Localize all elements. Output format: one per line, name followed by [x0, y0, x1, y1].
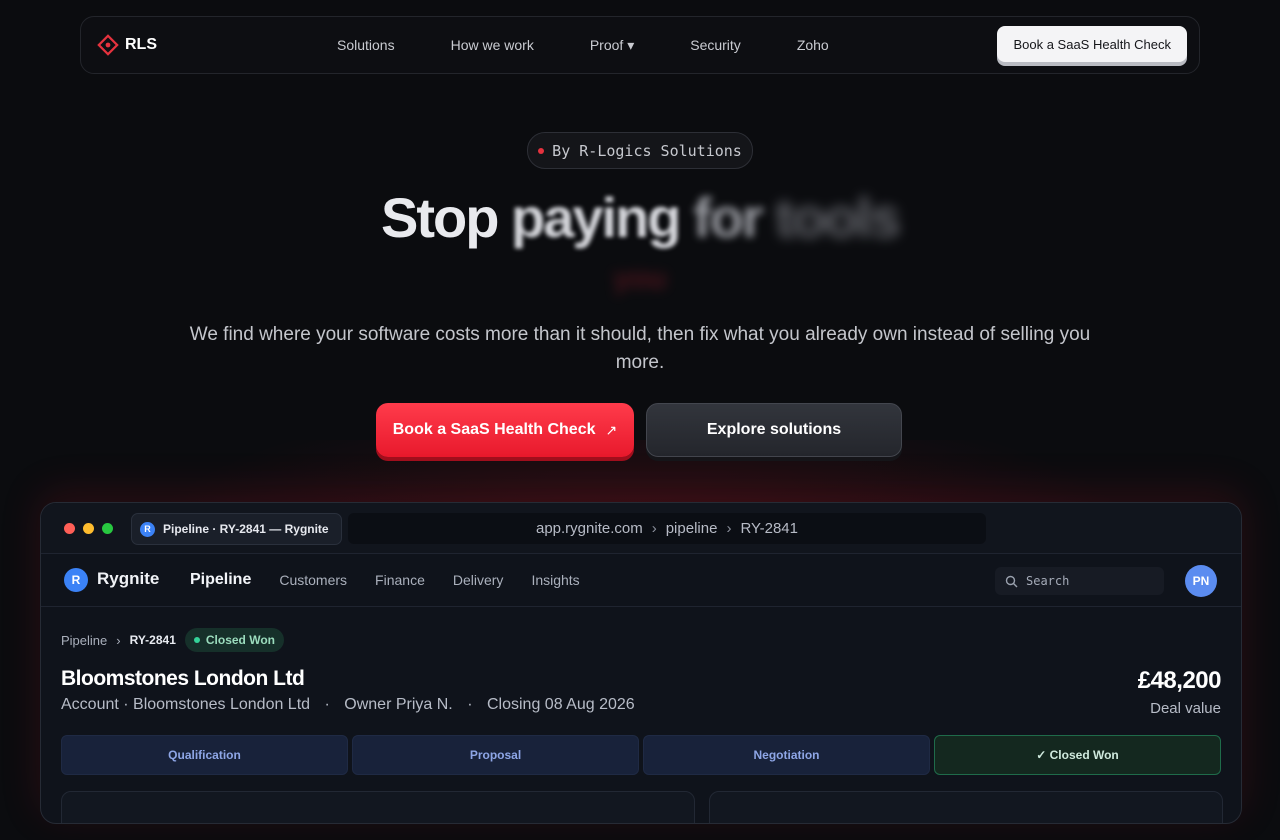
meta-separator: ·: [467, 696, 473, 713]
pipeline-stages: Qualification Proposal Negotiation ✓ Clo…: [61, 735, 1221, 775]
user-avatar[interactable]: PN: [1185, 565, 1217, 597]
url-domain: app.rygnite.com: [535, 520, 643, 537]
status-badge: Closed Won: [184, 628, 284, 652]
app-nav-delivery[interactable]: Delivery: [453, 572, 504, 588]
app-preview-window: R Pipeline · RY-2841 — Rygnite app.rygni…: [40, 502, 1242, 824]
hero-book-health-check-button[interactable]: Book a SaaS Health Check ↗: [376, 403, 634, 457]
url-separator: ›: [651, 520, 657, 537]
rygnite-favicon-icon: R: [140, 521, 155, 537]
detail-card-left: [61, 791, 695, 823]
diamond-logo-icon: [97, 34, 119, 56]
headline-word: paying: [510, 186, 681, 249]
deal-value: £48,200: [1137, 667, 1222, 694]
stage-proposal[interactable]: Proposal: [352, 735, 639, 775]
top-navbar: RLS Solutions How we work Proof ▾ Securi…: [80, 16, 1200, 74]
breadcrumb-current: RY-2841: [129, 633, 176, 647]
app-nav-pipeline[interactable]: Pipeline: [190, 571, 251, 589]
browser-chrome: R Pipeline · RY-2841 — Rygnite app.rygni…: [41, 503, 1241, 554]
search-icon: [1005, 575, 1018, 587]
app-header: R Rygnite Pipeline Customers Finance Del…: [41, 554, 1241, 607]
headline-word: Stop: [381, 186, 499, 249]
app-nav-customers[interactable]: Customers: [279, 572, 347, 588]
close-window-dot-icon[interactable]: [64, 523, 75, 534]
nav-link-proof-dropdown[interactable]: Proof ▾: [590, 37, 634, 54]
nav-link-security[interactable]: Security: [690, 37, 741, 53]
meta-separator: ·: [324, 696, 330, 713]
explore-solutions-button[interactable]: Explore solutions: [646, 403, 902, 457]
headline-word: tools: [775, 186, 901, 249]
hero-headline-line-2: you: [613, 262, 667, 295]
stage-negotiation[interactable]: Negotiation: [643, 735, 930, 775]
breadcrumb: Pipeline › RY-2841 Closed Won: [61, 627, 284, 653]
app-nav-insights[interactable]: Insights: [531, 572, 579, 588]
red-dot-icon: [538, 147, 545, 154]
green-dot-icon: [193, 637, 200, 643]
url-path-segment: RY-2841: [740, 520, 798, 537]
detail-card-right: [709, 791, 1223, 823]
browser-tab[interactable]: R Pipeline · RY-2841 — Rygnite: [131, 513, 342, 545]
breadcrumb-pipeline-link[interactable]: Pipeline: [61, 633, 107, 648]
brand[interactable]: RLS: [97, 17, 157, 73]
maximize-window-dot-icon[interactable]: [102, 523, 113, 534]
browser-tab-title: Pipeline · RY-2841 — Rygnite: [163, 522, 329, 536]
headline-word: for: [693, 186, 764, 249]
minimize-window-dot-icon[interactable]: [83, 523, 94, 534]
app-nav: Pipeline Customers Finance Delivery Insi…: [190, 554, 608, 606]
hero-headline: Stop paying for tools: [0, 184, 1280, 252]
nav-book-health-check-button[interactable]: Book a SaaS Health Check: [997, 26, 1187, 62]
nav-links: Solutions How we work Proof ▾ Security Z…: [337, 17, 829, 73]
deal-detail: Pipeline › RY-2841 Closed Won Bloomstone…: [41, 607, 1241, 823]
hero-eyebrow-text: By R-Logics Solutions: [552, 141, 742, 160]
app-name[interactable]: Rygnite: [97, 569, 159, 589]
hero-primary-button-label: Book a SaaS Health Check: [392, 421, 596, 438]
deal-value-label: Deal value: [1150, 700, 1221, 717]
search-input[interactable]: [1026, 574, 1146, 588]
deal-owner: Owner Priya N.: [344, 696, 453, 713]
address-bar[interactable]: app.rygnite.com › pipeline › RY-2841: [348, 513, 986, 544]
nav-link-solutions[interactable]: Solutions: [337, 37, 395, 53]
stage-closed-won[interactable]: ✓ Closed Won: [934, 735, 1221, 775]
arrow-up-right-icon: ↗: [605, 421, 618, 438]
hero-subcopy: We find where your software costs more t…: [189, 324, 1091, 373]
hero-eyebrow-pill: By R-Logics Solutions: [527, 132, 753, 169]
breadcrumb-separator: ›: [116, 632, 121, 648]
deal-closing-date: Closing 08 Aug 2026: [486, 696, 635, 713]
url-path-segment: pipeline: [665, 520, 718, 537]
stage-qualification[interactable]: Qualification: [61, 735, 348, 775]
url-separator: ›: [726, 520, 732, 537]
search-box[interactable]: [995, 567, 1164, 595]
deal-meta: Account · Bloomstones London Ltd · Owner…: [61, 696, 635, 714]
app-nav-finance[interactable]: Finance: [375, 572, 425, 588]
nav-link-how-we-work[interactable]: How we work: [451, 37, 534, 53]
deal-account: Account · Bloomstones London Ltd: [61, 696, 311, 713]
nav-link-zoho[interactable]: Zoho: [797, 37, 829, 53]
brand-name: RLS: [125, 36, 157, 53]
status-badge-label: Closed Won: [205, 633, 275, 647]
rygnite-logo-icon[interactable]: R: [64, 568, 88, 592]
deal-title: Bloomstones London Ltd: [61, 667, 305, 690]
